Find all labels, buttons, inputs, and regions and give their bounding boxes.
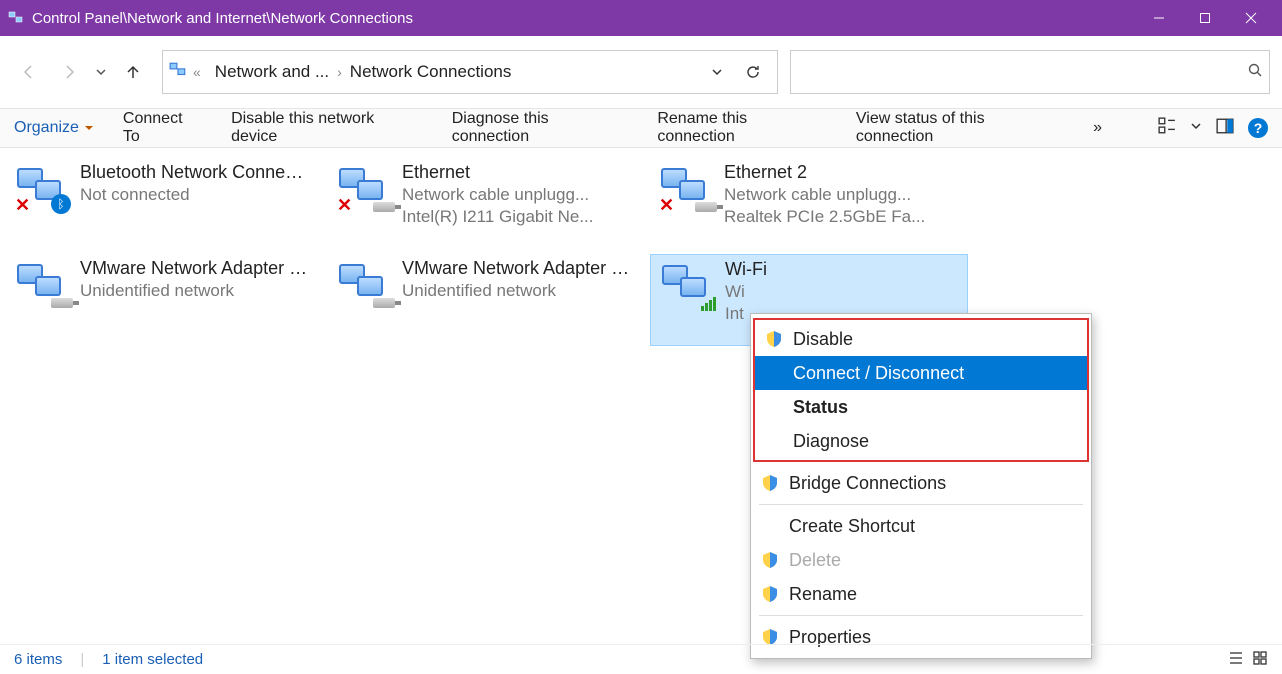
status-item-count: 6 items — [14, 651, 62, 668]
shield-icon — [761, 629, 779, 645]
ctx-disable[interactable]: Disable — [755, 322, 1087, 356]
context-menu-separator — [759, 615, 1083, 616]
ctx-label: Disable — [793, 329, 853, 350]
network-adapter-icon — [12, 258, 70, 310]
network-adapter-icon: ✕ — [656, 162, 714, 214]
connection-name: Wi-Fi — [725, 259, 767, 280]
ctx-create-shortcut[interactable]: Create Shortcut — [751, 509, 1091, 543]
connection-status: Not connected — [80, 185, 310, 205]
connection-name: Bluetooth Network Connection — [80, 162, 310, 183]
connection-status: Network cable unplugg... — [724, 185, 925, 205]
up-button[interactable] — [116, 55, 150, 89]
navbar: « Network and ... › Network Connections — [0, 36, 1282, 108]
help-icon[interactable]: ? — [1248, 118, 1268, 138]
back-button[interactable] — [12, 55, 46, 89]
titlebar: Control Panel\Network and Internet\Netwo… — [0, 0, 1282, 36]
shield-icon — [761, 586, 779, 602]
ctx-connect-disconnect[interactable]: Connect / Disconnect — [755, 356, 1087, 390]
ctx-diagnose[interactable]: Diagnose — [755, 424, 1087, 458]
connection-status: Wi — [725, 282, 767, 302]
shield-icon — [765, 331, 783, 347]
ctx-label: Rename — [789, 584, 857, 605]
connection-vmnet1[interactable]: VMware Network Adapter VMnet1 Unidentifi… — [6, 254, 324, 346]
ctx-bridge-connections[interactable]: Bridge Connections — [751, 466, 1091, 500]
shield-icon — [761, 475, 779, 491]
connect-to-button[interactable]: Connect To — [123, 110, 203, 146]
breadcrumb-prev-icon[interactable]: « — [187, 64, 207, 80]
address-icon — [169, 61, 187, 84]
connection-ethernet[interactable]: ✕ Ethernet Network cable unplugg... Inte… — [328, 158, 646, 250]
breadcrumb-seg-1[interactable]: Network and ... — [207, 62, 337, 82]
preview-pane-icon[interactable] — [1216, 117, 1234, 140]
connection-vmnet8[interactable]: VMware Network Adapter VMnet8 Unidentifi… — [328, 254, 646, 346]
ctx-status[interactable]: Status — [755, 390, 1087, 424]
address-dropdown-button[interactable] — [699, 54, 735, 90]
connection-status: Unidentified network — [80, 281, 310, 301]
network-adapter-icon — [334, 258, 392, 310]
diagnose-connection-button[interactable]: Diagnose this connection — [452, 110, 630, 146]
ctx-label: Connect / Disconnect — [793, 363, 964, 384]
window-title: Control Panel\Network and Internet\Netwo… — [32, 10, 1136, 27]
command-bar: Organize Connect To Disable this network… — [0, 108, 1282, 148]
connection-name: VMware Network Adapter VMnet8 — [402, 258, 632, 279]
connection-status: Network cable unplugg... — [402, 185, 594, 205]
connection-device: Realtek PCIe 2.5GbE Fa... — [724, 207, 925, 227]
ctx-delete: Delete — [751, 543, 1091, 577]
disable-device-button[interactable]: Disable this network device — [231, 110, 424, 146]
large-icons-view-icon[interactable] — [1252, 650, 1268, 670]
context-menu-separator — [759, 504, 1083, 505]
connection-name: VMware Network Adapter VMnet1 — [80, 258, 310, 279]
connection-name: Ethernet — [402, 162, 594, 183]
view-options-chevron-icon[interactable] — [1190, 119, 1202, 137]
organize-menu[interactable]: Organize — [14, 119, 95, 137]
network-adapter-icon — [657, 259, 715, 311]
close-button[interactable] — [1228, 0, 1274, 36]
recent-locations-button[interactable] — [92, 66, 110, 78]
connection-ethernet-2[interactable]: ✕ Ethernet 2 Network cable unplugg... Re… — [650, 158, 968, 250]
connection-device: Intel(R) I211 Gigabit Ne... — [402, 207, 594, 227]
ctx-label: Diagnose — [793, 431, 869, 452]
search-icon — [1247, 62, 1263, 83]
ctx-label: Delete — [789, 550, 841, 571]
breadcrumb-seg-2[interactable]: Network Connections — [342, 62, 520, 82]
ctx-label: Create Shortcut — [789, 516, 915, 537]
maximize-button[interactable] — [1182, 0, 1228, 36]
window-buttons — [1136, 0, 1274, 36]
status-bar: 6 items | 1 item selected — [0, 644, 1282, 674]
minimize-button[interactable] — [1136, 0, 1182, 36]
view-status-button[interactable]: View status of this connection — [856, 110, 1065, 146]
network-adapter-icon: ✕ — [334, 162, 392, 214]
view-options-icon[interactable] — [1158, 117, 1176, 140]
connection-bluetooth[interactable]: ✕ᛒ Bluetooth Network Connection Not conn… — [6, 158, 324, 250]
connection-name: Ethernet 2 — [724, 162, 925, 183]
address-bar[interactable]: « Network and ... › Network Connections — [162, 50, 778, 94]
ctx-label: Status — [793, 397, 848, 418]
context-menu-highlighted-group: Disable Connect / Disconnect Status Diag… — [753, 318, 1089, 462]
refresh-button[interactable] — [735, 54, 771, 90]
status-separator: | — [80, 651, 84, 668]
app-icon — [8, 10, 24, 26]
status-selected-count: 1 item selected — [102, 651, 203, 668]
rename-connection-button[interactable]: Rename this connection — [657, 110, 828, 146]
ctx-rename[interactable]: Rename — [751, 577, 1091, 611]
details-view-icon[interactable] — [1228, 650, 1244, 670]
organize-label: Organize — [14, 119, 79, 137]
search-box[interactable] — [790, 50, 1270, 94]
network-adapter-icon: ✕ᛒ — [12, 162, 70, 214]
shield-icon — [761, 552, 779, 568]
overflow-button[interactable]: » — [1093, 119, 1102, 137]
forward-button[interactable] — [52, 55, 86, 89]
connection-status: Unidentified network — [402, 281, 632, 301]
context-menu: Disable Connect / Disconnect Status Diag… — [750, 313, 1092, 659]
ctx-label: Bridge Connections — [789, 473, 946, 494]
